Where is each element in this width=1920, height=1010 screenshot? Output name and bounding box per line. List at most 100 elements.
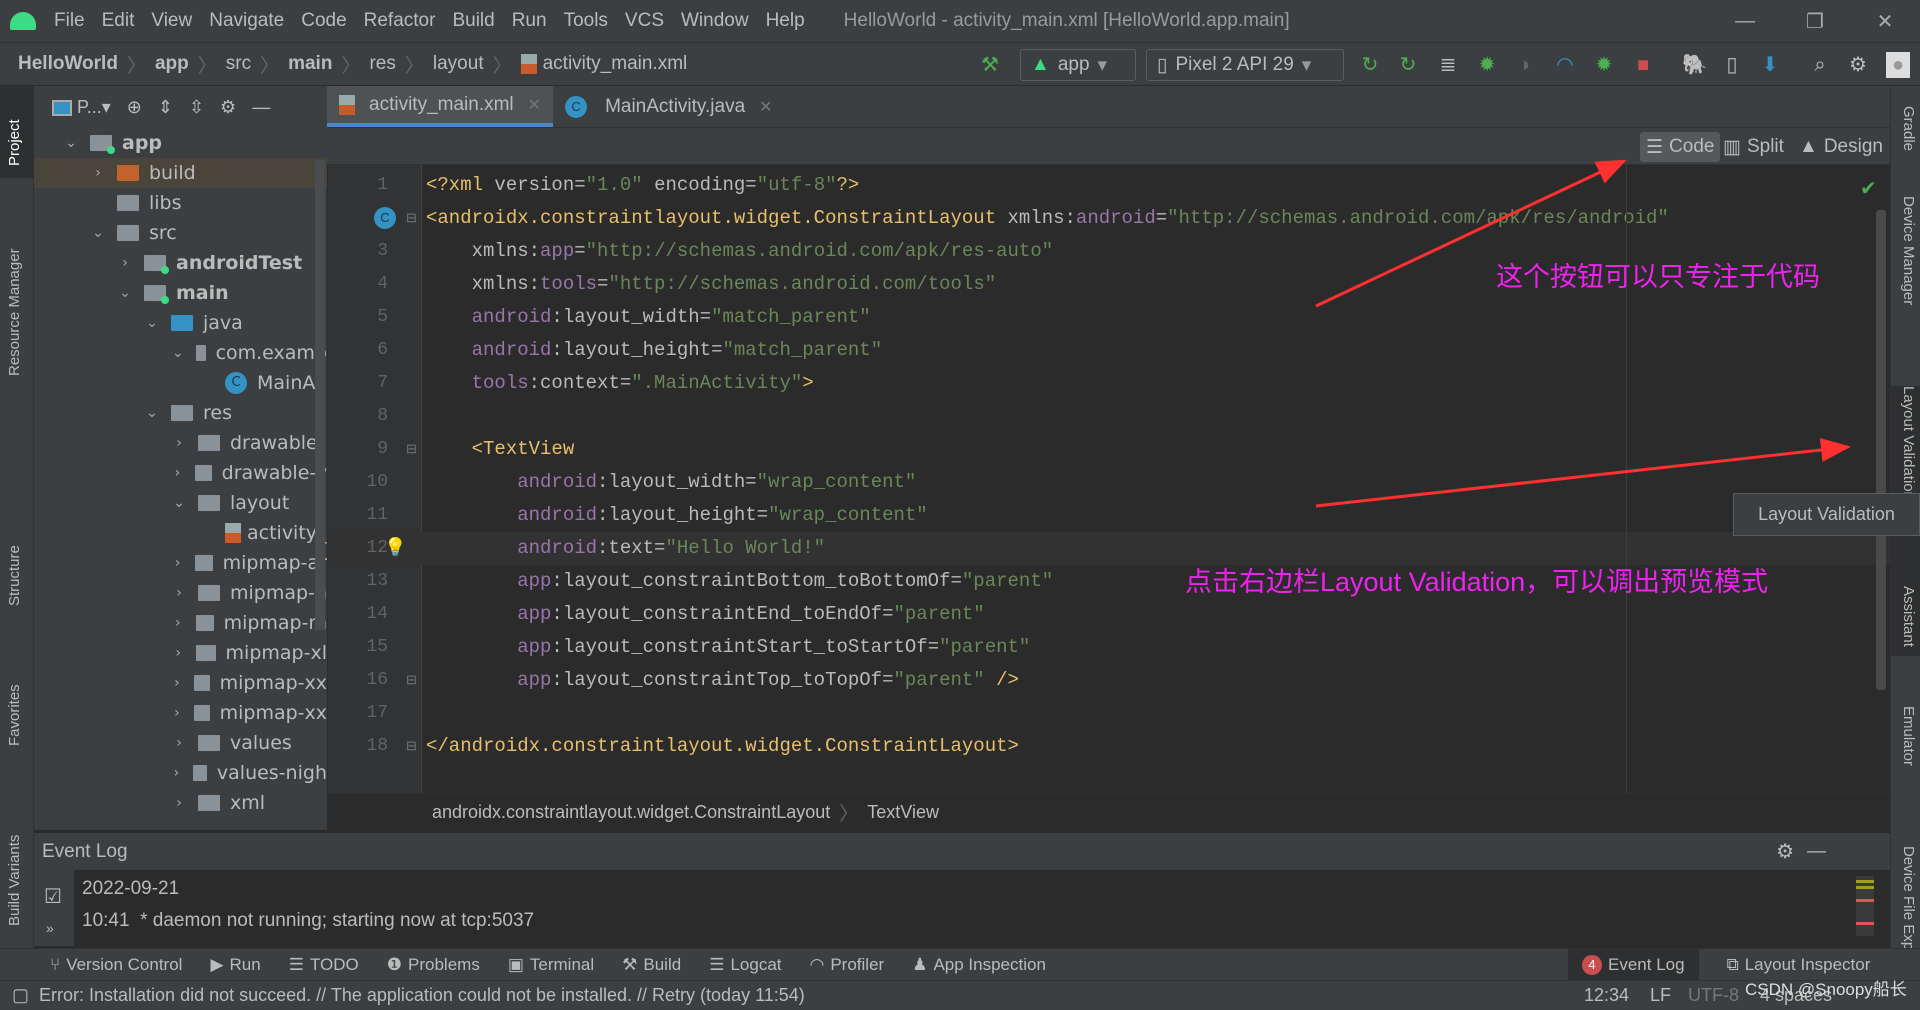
tool-window-build-variants[interactable]: Build Variants bbox=[6, 835, 23, 926]
chevron-right-icon[interactable]: › bbox=[172, 585, 186, 601]
tree-item[interactable]: ⌄ main bbox=[34, 278, 327, 308]
status-message[interactable]: Error: Installation did not succeed. // … bbox=[39, 985, 805, 1006]
device-dropdown[interactable]: ▯ Pixel 2 API 29 ▾ bbox=[1146, 49, 1344, 81]
code-line[interactable]: tools:context=".MainActivity"> bbox=[426, 372, 814, 394]
code-line[interactable]: android:layout_width="match_parent" bbox=[426, 306, 871, 328]
code-line[interactable]: app:layout_constraintTop_toTopOf="parent… bbox=[426, 669, 1019, 691]
avatar[interactable]: ● bbox=[1886, 52, 1910, 78]
chevron-right-icon[interactable]: › bbox=[172, 705, 182, 721]
tool-window-project[interactable]: Project bbox=[6, 119, 23, 166]
code-line[interactable]: android:layout_height="wrap_content" bbox=[426, 504, 928, 526]
mark-all-read-icon[interactable]: ☑ bbox=[44, 884, 62, 909]
tree-item[interactable]: › drawable bbox=[34, 428, 327, 458]
hammer-build-icon[interactable]: ⚒ bbox=[978, 52, 1002, 78]
apply-changes-restart-icon[interactable]: ↻ bbox=[1358, 52, 1382, 78]
chevron-right-icon[interactable]: › bbox=[172, 435, 186, 451]
tree-item[interactable]: C MainAc bbox=[34, 368, 327, 398]
chevron-right-icon[interactable]: › bbox=[172, 795, 186, 811]
mode-split-button[interactable]: ▥ Split bbox=[1717, 132, 1790, 162]
tree-item[interactable]: › values bbox=[34, 728, 327, 758]
chevron-right-icon[interactable]: › bbox=[172, 765, 181, 781]
sdk-manager-icon[interactable]: ⬇ bbox=[1758, 52, 1782, 78]
tree-item[interactable]: › mipmap-xl bbox=[34, 638, 327, 668]
close-window-button[interactable]: ✕ bbox=[1850, 9, 1920, 34]
file-encoding[interactable]: UTF-8 bbox=[1688, 985, 1739, 1006]
coverage-icon[interactable]: ◗ bbox=[1514, 52, 1538, 78]
tool-build[interactable]: ⚒ Build bbox=[622, 955, 681, 975]
code-line[interactable]: <TextView bbox=[426, 438, 575, 460]
chevron-down-icon[interactable]: ⌄ bbox=[172, 495, 186, 511]
restore-button[interactable]: ❐ bbox=[1780, 9, 1850, 34]
tool-window-emulator[interactable]: Emulator bbox=[1900, 706, 1917, 766]
fold-marker-icon[interactable]: ⊟ bbox=[406, 738, 417, 754]
fold-marker-icon[interactable]: ⊟ bbox=[406, 441, 417, 457]
gradle-sync-icon[interactable]: 🐘 bbox=[1682, 52, 1707, 78]
code-line[interactable]: xmlns:tools="http://schemas.android.com/… bbox=[426, 273, 997, 295]
chevron-down-icon[interactable]: ⌄ bbox=[145, 405, 159, 421]
tool-window-layout-validation[interactable]: Layout Validation bbox=[1900, 386, 1917, 500]
tree-item[interactable]: ⌄ layout bbox=[34, 488, 327, 518]
search-icon[interactable]: ⌕ bbox=[1808, 52, 1832, 78]
chevron-down-icon[interactable]: ⌄ bbox=[118, 285, 132, 301]
chevron-right-icon[interactable]: › bbox=[91, 165, 105, 181]
menu-help[interactable]: Help bbox=[766, 10, 805, 31]
editor-breadcrumb-item[interactable]: TextView bbox=[867, 802, 939, 823]
code-line[interactable]: <androidx.constraintlayout.widget.Constr… bbox=[426, 207, 1669, 229]
gear-icon[interactable]: ⚙ bbox=[1776, 839, 1794, 864]
code-line[interactable]: app:layout_constraintEnd_toEndOf="parent… bbox=[426, 603, 985, 625]
project-view-dropdown[interactable]: P...▾ bbox=[52, 97, 111, 118]
menu-code[interactable]: Code bbox=[301, 10, 346, 31]
chevron-right-icon[interactable]: › bbox=[172, 645, 184, 661]
menu-edit[interactable]: Edit bbox=[102, 10, 135, 31]
menu-view[interactable]: View bbox=[151, 10, 192, 31]
chevron-right-icon[interactable]: › bbox=[172, 675, 182, 691]
fold-marker-icon[interactable]: ⊟ bbox=[406, 210, 417, 226]
tool-window-resource-manager[interactable]: Resource Manager bbox=[6, 248, 23, 376]
tab-mainactivity-java[interactable]: C MainActivity.java ✕ bbox=[553, 86, 785, 127]
lightbulb-icon[interactable]: 💡 bbox=[384, 537, 406, 558]
menu-vcs[interactable]: VCS bbox=[625, 10, 664, 31]
fold-marker-icon[interactable]: ⊟ bbox=[406, 672, 417, 688]
attach-debugger-icon[interactable]: ✹ bbox=[1592, 52, 1616, 78]
tree-item[interactable]: libs bbox=[34, 188, 327, 218]
tool-window-assistant[interactable]: Assistant bbox=[1900, 586, 1917, 647]
gear-icon[interactable]: ⚙ bbox=[1846, 52, 1870, 78]
editor-scrollbar[interactable] bbox=[1876, 210, 1886, 690]
menu-navigate[interactable]: Navigate bbox=[209, 10, 284, 31]
code-line[interactable]: xmlns:app="http://schemas.android.com/ap… bbox=[426, 240, 1054, 262]
tool-window-structure[interactable]: Structure bbox=[6, 545, 23, 606]
chevron-down-icon[interactable]: ⌄ bbox=[91, 225, 105, 241]
tree-item[interactable]: › build bbox=[34, 158, 327, 188]
chevron-down-icon[interactable]: ⌄ bbox=[172, 345, 184, 361]
profile-icon[interactable]: ◠ bbox=[1553, 52, 1577, 78]
tool-window-gradle[interactable]: Gradle bbox=[1900, 106, 1917, 151]
caret-position[interactable]: 12:34 bbox=[1584, 985, 1629, 1006]
chevron-right-icon[interactable]: › bbox=[172, 735, 186, 751]
menu-run[interactable]: Run bbox=[512, 10, 547, 31]
breadcrumb-item[interactable]: app bbox=[155, 53, 189, 75]
code-line[interactable]: </androidx.constraintlayout.widget.Const… bbox=[426, 735, 1019, 757]
status-toggle-icon[interactable]: ▢ bbox=[12, 985, 29, 1006]
more-icon[interactable]: » bbox=[46, 920, 54, 936]
breadcrumb-item[interactable]: layout bbox=[433, 53, 484, 75]
mode-design-button[interactable]: ▲ Design bbox=[1793, 132, 1889, 162]
expand-all-icon[interactable]: ⇕ bbox=[158, 97, 173, 118]
chevron-right-icon[interactable]: › bbox=[172, 465, 183, 481]
chevron-down-icon[interactable]: ⌄ bbox=[64, 135, 78, 151]
menu-file[interactable]: File bbox=[54, 10, 85, 31]
tree-item[interactable]: activity_ bbox=[34, 518, 327, 548]
tool-run[interactable]: ▶ Run bbox=[210, 955, 260, 975]
tree-item[interactable]: › mipmap-ar bbox=[34, 548, 327, 578]
tree-item[interactable]: › values-nigh bbox=[34, 758, 327, 788]
tree-item[interactable]: ⌄ com.examp bbox=[34, 338, 327, 368]
breadcrumb-item[interactable]: src bbox=[226, 53, 251, 75]
tree-item[interactable]: › drawable-v bbox=[34, 458, 327, 488]
close-tab-icon[interactable]: ✕ bbox=[528, 95, 541, 115]
tool-todo[interactable]: ☰ TODO bbox=[289, 955, 359, 975]
tree-item[interactable]: › mipmap-xx bbox=[34, 698, 327, 728]
avd-manager-icon[interactable]: ▯ bbox=[1720, 52, 1744, 78]
tree-item[interactable]: › mipmap-m bbox=[34, 608, 327, 638]
mode-code-button[interactable]: ☰ Code bbox=[1640, 132, 1721, 162]
code-line[interactable]: app:layout_constraintBottom_toBottomOf="… bbox=[426, 570, 1053, 592]
tree-scrollbar[interactable] bbox=[315, 160, 325, 630]
